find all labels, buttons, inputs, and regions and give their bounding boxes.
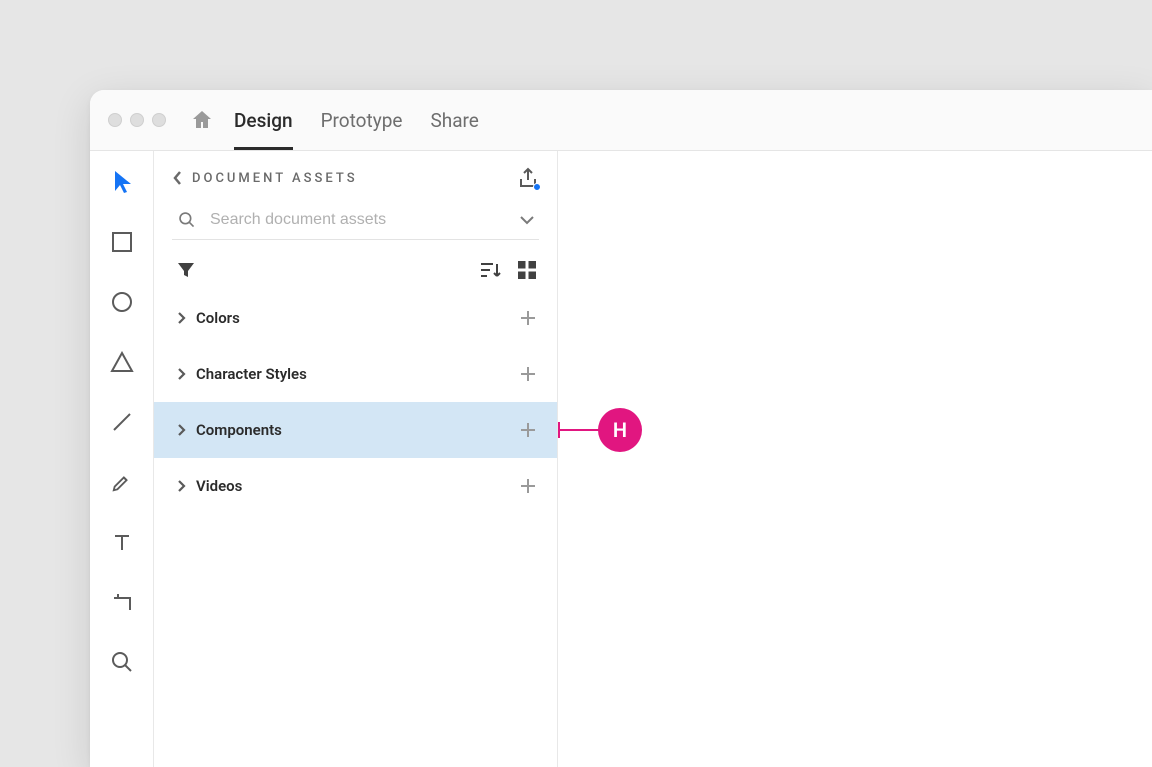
line-tool[interactable] [109,409,135,435]
category-label: Colors [196,309,240,327]
triangle-icon [110,351,134,373]
category-label: Character Styles [196,365,307,383]
tab-design[interactable]: Design [234,90,293,150]
panel-title: DOCUMENT ASSETS [192,171,358,186]
chevron-right-icon [176,311,186,325]
filter-row [154,240,557,290]
select-tool[interactable] [109,169,135,195]
plus-icon [519,309,537,327]
filter-icon [176,260,196,280]
add-button[interactable] [519,477,537,495]
close-window-button[interactable] [108,113,122,127]
add-button[interactable] [519,365,537,383]
back-button[interactable] [172,170,184,186]
category-label: Components [196,421,282,439]
ellipse-tool[interactable] [109,289,135,315]
filter-button[interactable] [176,260,196,280]
rectangle-icon [111,231,133,253]
chevron-right-icon [176,367,186,381]
titlebar: Design Prototype Share [90,90,1152,150]
window-controls [108,113,166,127]
assets-panel: DOCUMENT ASSETS [154,151,558,767]
search-row [172,205,539,240]
text-icon [112,532,132,552]
callout-stem [558,429,600,431]
artboard-tool[interactable] [109,589,135,615]
add-button[interactable] [519,309,537,327]
category-row[interactable]: Colors [154,290,557,346]
sort-icon [479,260,501,280]
search-input[interactable] [210,211,505,229]
search-dropdown-button[interactable] [519,214,539,226]
chevron-down-icon [519,214,535,226]
text-tool[interactable] [109,529,135,555]
home-button[interactable] [188,108,216,132]
publish-button[interactable] [517,167,539,189]
pen-icon [111,471,133,493]
grid-icon [517,260,537,280]
content-area: DOCUMENT ASSETS [90,150,1152,767]
mode-tabs: Design Prototype Share [234,90,479,150]
chevron-right-icon [176,423,186,437]
panel-header: DOCUMENT ASSETS [154,151,557,195]
tab-share[interactable]: Share [430,90,478,150]
chevron-right-icon [176,479,186,493]
canvas[interactable]: H [558,151,1152,767]
pointer-icon [113,171,131,193]
maximize-window-button[interactable] [152,113,166,127]
sort-button[interactable] [479,260,501,280]
plus-icon [519,365,537,383]
annotation-callout: H [558,408,642,452]
add-button[interactable] [519,421,537,439]
rectangle-tool[interactable] [109,229,135,255]
tab-prototype[interactable]: Prototype [321,90,403,150]
category-row[interactable]: Videos [154,458,557,514]
pen-tool[interactable] [109,469,135,495]
polygon-tool[interactable] [109,349,135,375]
artboard-icon [111,591,133,613]
line-icon [111,411,133,433]
home-icon [190,108,214,132]
minimize-window-button[interactable] [130,113,144,127]
callout-bubble: H [598,408,642,452]
ellipse-icon [111,291,133,313]
plus-icon [519,477,537,495]
category-list: Colors Character Styles Components Videos [154,290,557,514]
status-dot-icon [533,183,541,191]
category-row[interactable]: Components [154,402,557,458]
tool-rail [90,151,154,767]
category-row[interactable]: Character Styles [154,346,557,402]
grid-view-button[interactable] [517,260,537,280]
plus-icon [519,421,537,439]
search-icon [178,211,196,229]
category-label: Videos [196,477,242,495]
magnifier-icon [111,651,133,673]
app-window: Design Prototype Share [90,90,1152,767]
chevron-left-icon [172,170,184,186]
zoom-tool[interactable] [109,649,135,675]
